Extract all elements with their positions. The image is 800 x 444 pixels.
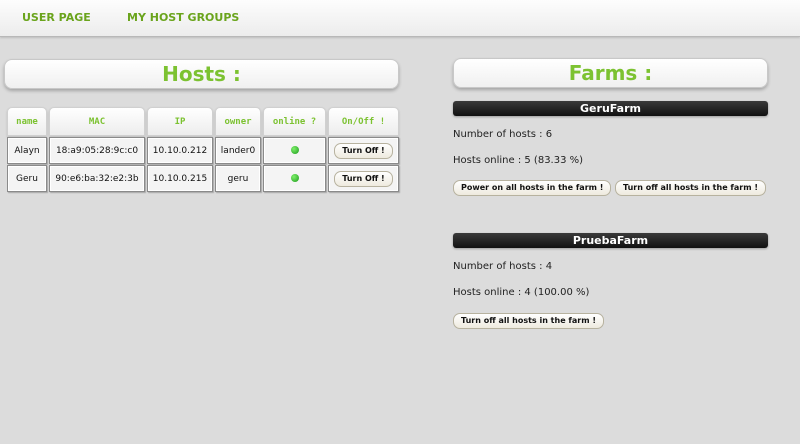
hosts-table-header: name MAC IP owner online ? On/Off ! [7,107,399,136]
host-owner-cell: geru [215,165,261,192]
farm-name-bar: GeruFarm [453,101,768,116]
host-mac-cell: 90:e6:ba:32:e2:3b [49,165,145,192]
column-header-online: online ? [263,107,326,136]
host-online-cell [263,137,326,164]
farm-hosts-online: Hosts online : 5 (83.33 %) [453,155,584,166]
turn-off-all-button[interactable]: Turn off all hosts in the farm ! [453,313,604,329]
hosts-section-title: Hosts : [4,59,399,89]
table-row: Alayn 18:a9:05:28:9c:c0 10.10.0.212 land… [7,137,399,164]
turn-off-all-button[interactable]: Turn off all hosts in the farm ! [615,180,766,196]
hosts-table: name MAC IP owner online ? On/Off ! Alay… [5,106,401,193]
host-action-cell: Turn Off ! [328,137,399,164]
column-header-on-off: On/Off ! [328,107,399,136]
nav-host-groups-link[interactable]: MY HOST GROUPS [127,11,239,24]
online-status-icon [290,174,299,182]
column-header-owner: owner [215,107,261,136]
host-mac-cell: 18:a9:05:28:9c:c0 [49,137,145,164]
farm-hosts-online: Hosts online : 4 (100.00 %) [453,287,590,298]
farm-num-hosts: Number of hosts : 4 [453,261,553,272]
host-owner-cell: lander0 [215,137,261,164]
table-row: Geru 90:e6:ba:32:e2:3b 10.10.0.215 geru … [7,165,399,192]
host-name-cell: Alayn [7,137,47,164]
farms-section-title: Farms : [453,58,768,88]
nav-user-page-link[interactable]: USER PAGE [22,11,91,24]
turn-off-button[interactable]: Turn Off ! [334,170,393,187]
column-header-mac: MAC [49,107,145,136]
host-online-cell [263,165,326,192]
host-ip-cell: 10.10.0.212 [147,137,213,164]
host-name-cell: Geru [7,165,47,192]
farm-name-bar: PruebaFarm [453,233,768,248]
farm-num-hosts: Number of hosts : 6 [453,129,553,140]
online-status-icon [290,146,299,154]
turn-off-button[interactable]: Turn Off ! [334,142,393,159]
host-ip-cell: 10.10.0.215 [147,165,213,192]
host-action-cell: Turn Off ! [328,165,399,192]
power-on-all-button[interactable]: Power on all hosts in the farm ! [453,180,612,196]
top-nav: USER PAGE MY HOST GROUPS [0,0,800,37]
column-header-name: name [7,107,47,136]
column-header-ip: IP [147,107,213,136]
